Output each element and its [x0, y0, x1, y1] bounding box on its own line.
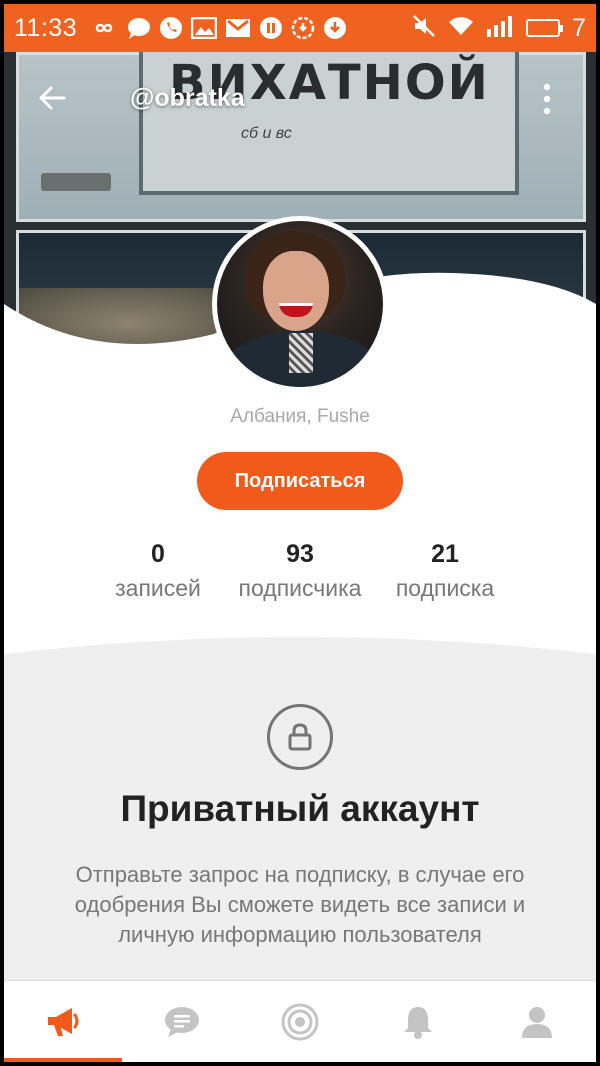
megaphone-icon	[48, 1007, 79, 1036]
status-bar: 11:33 7	[4, 4, 596, 52]
stat-following[interactable]: 21 подписка	[380, 540, 510, 602]
muted-icon	[412, 14, 436, 43]
notification-icons	[89, 16, 347, 40]
avatar-shirt	[289, 333, 313, 373]
pause-icon	[259, 16, 283, 40]
avatar-face	[263, 251, 329, 331]
stat-posts[interactable]: 0 записей	[98, 540, 218, 602]
signal-icon	[486, 15, 514, 42]
profile-location: Албания, Fushe	[230, 406, 370, 427]
status-time: 11:33	[14, 13, 78, 42]
avatar-photo	[217, 221, 383, 387]
nav-item-discover[interactable]	[241, 981, 359, 1062]
sync-icon	[291, 16, 315, 40]
battery-level: 7	[572, 13, 586, 42]
infinity-icon	[89, 19, 119, 37]
battery-icon	[526, 19, 564, 37]
bottom-navigation	[4, 980, 596, 1062]
wifi-icon	[448, 15, 474, 42]
viber-icon	[159, 16, 183, 40]
stat-posts-value: 0	[151, 540, 165, 568]
profile-handle: @obratka	[130, 84, 245, 112]
cover-latch	[41, 173, 111, 191]
stat-following-value: 21	[431, 540, 459, 568]
stat-followers-label: подписчика	[238, 575, 362, 601]
gmail-icon	[225, 18, 251, 38]
app-bar: @obratka	[4, 52, 596, 148]
profile-stats: 0 записей 93 подписчика 21 подписка	[4, 540, 596, 610]
download-icon	[323, 16, 347, 40]
stat-posts-label: записей	[115, 575, 201, 601]
nav-item-profile[interactable]	[478, 981, 596, 1062]
person-icon	[521, 1006, 552, 1038]
private-account-title: Приватный аккаунт	[120, 788, 480, 829]
system-icons: 7	[412, 14, 586, 43]
stat-followers-value: 93	[286, 540, 314, 568]
arrow-left-icon[interactable]	[36, 82, 68, 114]
stat-followers[interactable]: 93 подписчика	[226, 540, 374, 602]
image-icon	[191, 17, 218, 39]
chat-bubble-icon	[127, 17, 151, 39]
private-section-curve	[4, 626, 596, 654]
target-icon	[281, 1003, 319, 1040]
stat-following-label: подписка	[395, 575, 495, 601]
nav-item-messages[interactable]	[122, 981, 240, 1062]
nav-item-notifications[interactable]	[359, 981, 477, 1062]
bell-icon	[404, 1006, 433, 1039]
chat-icon	[164, 1006, 199, 1037]
private-account-description: Отправьте запрос на подписку, в случае е…	[74, 862, 526, 947]
lock-icon	[267, 704, 333, 770]
avatar[interactable]	[212, 216, 388, 392]
subscribe-button[interactable]: Подписаться	[197, 452, 403, 510]
nav-item-feed[interactable]	[4, 981, 123, 1062]
more-vert-icon[interactable]	[539, 82, 555, 116]
app-screen: 11:33 7 ВИХАТНОЙ сб и вс @obratka Албани…	[4, 4, 596, 1062]
